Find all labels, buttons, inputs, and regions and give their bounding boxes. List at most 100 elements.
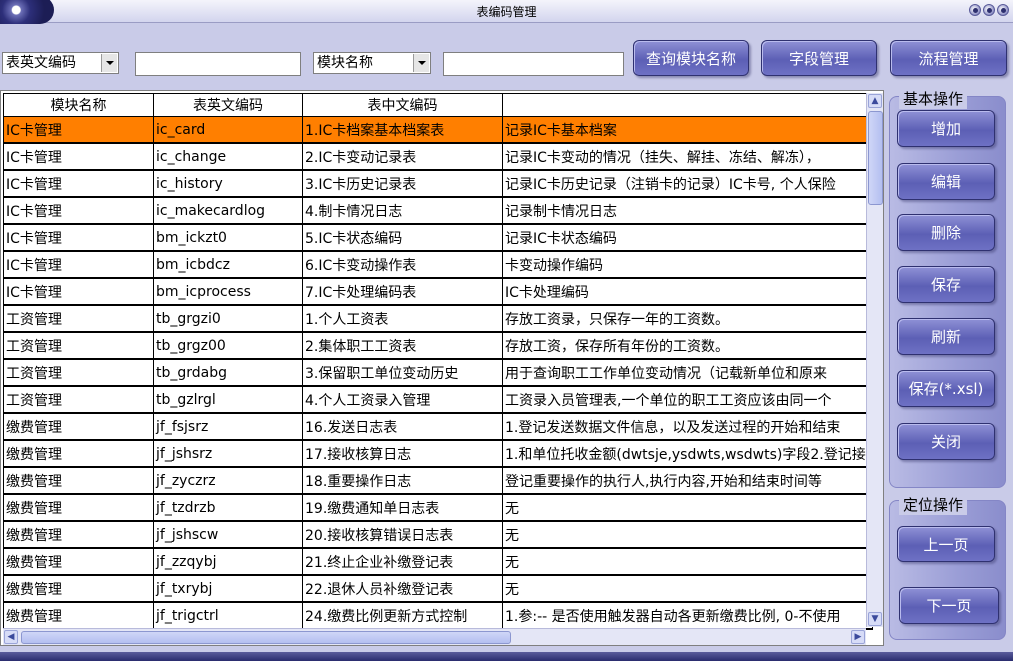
cell-description[interactable]: 1.和单位托收金额(dwtsje,ysdwts,wsdwts)字段2.登记接 <box>502 439 873 468</box>
save-button[interactable]: 保存 <box>897 266 995 303</box>
table-row[interactable]: IC卡管理 bm_icprocess 7.IC卡处理编码表 IC卡处理编码 <box>3 277 873 306</box>
cell-description[interactable]: 存放工资，保存所有年份的工资数。 <box>502 331 873 360</box>
add-button[interactable]: 增加 <box>897 110 995 147</box>
table-row[interactable]: 缴费管理 jf_txrybj 22.退休人员补缴登记表无 <box>3 574 873 603</box>
table-row[interactable]: 缴费管理 jf_fsjsrz 16.发送日志表 1.登记发送数据文件信息，以及发送过程… <box>3 412 873 441</box>
cell-en-code[interactable]: jf_fsjsrz <box>153 412 303 441</box>
cell-module[interactable]: IC卡管理 <box>3 223 154 252</box>
flow-manage-button[interactable]: 流程管理 <box>890 40 1007 76</box>
table-row[interactable]: IC卡管理 ic_history 3.IC卡历史记录表 记录IC卡历史记录（注销卡的记… <box>3 169 873 198</box>
cell-en-code[interactable]: ic_change <box>153 142 303 171</box>
table-row[interactable]: 缴费管理 jf_trigctrl 24.缴费比例更新方式控制 1.参:-- 是否使用触… <box>3 601 873 630</box>
table-row[interactable]: IC卡管理 ic_card 1.IC卡档案基本档案表 记录IC卡基本档案 <box>3 116 873 144</box>
chevron-down-icon[interactable] <box>413 54 429 72</box>
prev-page-button[interactable]: 上一页 <box>897 526 995 562</box>
cell-module[interactable]: 缴费管理 <box>3 547 154 576</box>
cell-cn-code[interactable]: 22.退休人员补缴登记表 <box>302 574 503 603</box>
cell-en-code[interactable]: jf_jshscw <box>153 520 303 549</box>
cell-module[interactable]: 工资管理 <box>3 304 154 333</box>
query-module-button[interactable]: 查询模块名称 <box>633 40 749 76</box>
cell-description[interactable]: 记录IC卡历史记录（注销卡的记录）IC卡号, 个人保险 <box>502 169 873 198</box>
cell-description[interactable]: IC卡处理编码 <box>502 277 873 306</box>
close-window-icon[interactable] <box>997 4 1009 16</box>
column-header-en-code[interactable]: 表英文编码 <box>153 93 303 117</box>
cell-en-code[interactable]: tb_grgzi0 <box>153 304 303 333</box>
cell-en-code[interactable]: jf_zyczrz <box>153 466 303 495</box>
cell-module[interactable]: 工资管理 <box>3 385 154 414</box>
cell-cn-code[interactable]: 4.个人工资录入管理 <box>302 385 503 414</box>
cell-en-code[interactable]: bm_ickzt0 <box>153 223 303 252</box>
cell-cn-code[interactable]: 2.IC卡变动记录表 <box>302 142 503 171</box>
next-page-button[interactable]: 下一页 <box>899 587 999 624</box>
cell-module[interactable]: IC卡管理 <box>3 196 154 225</box>
cell-en-code[interactable]: ic_history <box>153 169 303 198</box>
cell-cn-code[interactable]: 17.接收核算日志 <box>302 439 503 468</box>
cell-cn-code[interactable]: 16.发送日志表 <box>302 412 503 441</box>
cell-description[interactable]: 1.参:-- 是否使用触发器自动各更新缴费比例, 0-不使用 <box>502 601 873 630</box>
cell-en-code[interactable]: bm_icprocess <box>153 277 303 306</box>
table-row[interactable]: 缴费管理 jf_tzdrzb 19.缴费通知单日志表无 <box>3 493 873 522</box>
cell-description[interactable]: 工资录入员管理表,一个单位的职工工资应该由同一个 <box>502 385 873 414</box>
column-header-description[interactable] <box>502 93 873 117</box>
table-row[interactable]: 工资管理 tb_grgz00 2.集体职工工资表 存放工资，保存所有年份的工资数。 <box>3 331 873 360</box>
delete-button[interactable]: 删除 <box>897 214 995 251</box>
table-row[interactable]: 缴费管理 jf_jshsrz 17.接收核算日志 1.和单位托收金额(dwtsje,y… <box>3 439 873 468</box>
cell-module[interactable]: IC卡管理 <box>3 277 154 306</box>
cell-module[interactable]: IC卡管理 <box>3 169 154 198</box>
cell-cn-code[interactable]: 21.终止企业补缴登记表 <box>302 547 503 576</box>
table-row[interactable]: 工资管理 tb_grdabg 3.保留职工单位变动历史 用于查询职工工作单位变动情况（… <box>3 358 873 387</box>
chevron-down-icon[interactable] <box>101 54 117 72</box>
cell-cn-code[interactable]: 4.制卡情况日志 <box>302 196 503 225</box>
cell-description[interactable]: 记录IC卡变动的情况（挂失、解挂、冻结、解冻）， <box>502 142 873 171</box>
cell-cn-code[interactable]: 7.IC卡处理编码表 <box>302 277 503 306</box>
table-row[interactable]: 缴费管理 jf_zzqybj 21.终止企业补缴登记表无 <box>3 547 873 576</box>
scroll-left-icon[interactable]: ◀ <box>4 630 18 644</box>
cell-en-code[interactable]: jf_zzqybj <box>153 547 303 576</box>
save-xsl-button[interactable]: 保存(*.xsl) <box>897 370 995 407</box>
horizontal-scroll-thumb[interactable] <box>21 631 511 644</box>
cell-en-code[interactable]: jf_trigctrl <box>153 601 303 630</box>
cell-module[interactable]: 缴费管理 <box>3 439 154 468</box>
cell-cn-code[interactable]: 3.保留职工单位变动历史 <box>302 358 503 387</box>
module-search-input[interactable] <box>443 52 624 76</box>
vertical-scroll-thumb[interactable] <box>868 111 883 205</box>
table-row[interactable]: IC卡管理 ic_change 2.IC卡变动记录表 记录IC卡变动的情况（挂失、解挂… <box>3 142 873 171</box>
scroll-right-icon[interactable]: ▶ <box>851 630 865 644</box>
cell-en-code[interactable]: tb_gzlrgl <box>153 385 303 414</box>
cell-en-code[interactable]: jf_jshsrz <box>153 439 303 468</box>
column-header-module[interactable]: 模块名称 <box>3 93 154 117</box>
cell-module[interactable]: IC卡管理 <box>3 250 154 279</box>
cell-en-code[interactable]: jf_tzdrzb <box>153 493 303 522</box>
cell-module[interactable]: 缴费管理 <box>3 574 154 603</box>
cell-module[interactable]: 缴费管理 <box>3 493 154 522</box>
table-row[interactable]: 缴费管理 jf_zyczrz 18.重要操作日志 登记重要操作的执行人,执行内容,开始… <box>3 466 873 495</box>
close-button[interactable]: 关闭 <box>897 423 995 460</box>
field-manage-button[interactable]: 字段管理 <box>761 40 877 76</box>
cell-description[interactable]: 1.登记发送数据文件信息，以及发送过程的开始和结束 <box>502 412 873 441</box>
cell-description[interactable]: 卡变动操作编码 <box>502 250 873 279</box>
module-select[interactable]: 模块名称 <box>313 52 431 74</box>
cell-cn-code[interactable]: 19.缴费通知单日志表 <box>302 493 503 522</box>
cell-module[interactable]: 缴费管理 <box>3 520 154 549</box>
horizontal-scrollbar[interactable]: ◀ ▶ <box>3 628 866 645</box>
cell-description[interactable]: 记录IC卡基本档案 <box>502 116 873 144</box>
cell-en-code[interactable]: ic_card <box>153 116 303 144</box>
refresh-button[interactable]: 刷新 <box>897 318 995 355</box>
maximize-icon[interactable] <box>983 4 995 16</box>
table-row[interactable]: IC卡管理 ic_makecardlog 4.制卡情况日志 记录制卡情况日志 <box>3 196 873 225</box>
cell-cn-code[interactable]: 3.IC卡历史记录表 <box>302 169 503 198</box>
field-search-input[interactable] <box>135 52 301 76</box>
table-row[interactable]: 工资管理 tb_grgzi0 1.个人工资表 存放工资录，只保存一年的工资数。 <box>3 304 873 333</box>
cell-cn-code[interactable]: 20.接收核算错误日志表 <box>302 520 503 549</box>
cell-module[interactable]: 缴费管理 <box>3 466 154 495</box>
table-row[interactable]: 工资管理 tb_gzlrgl 4.个人工资录入管理 工资录入员管理表,一个单位的职工工… <box>3 385 873 414</box>
cell-en-code[interactable]: tb_grdabg <box>153 358 303 387</box>
cell-description[interactable]: 无 <box>502 493 873 522</box>
cell-cn-code[interactable]: 6.IC卡变动操作表 <box>302 250 503 279</box>
cell-module[interactable]: 工资管理 <box>3 358 154 387</box>
table-row[interactable]: IC卡管理 bm_ickzt0 5.IC卡状态编码 记录IC卡状态编码 <box>3 223 873 252</box>
cell-description[interactable]: 用于查询职工工作单位变动情况（记载新单位和原来 <box>502 358 873 387</box>
cell-cn-code[interactable]: 5.IC卡状态编码 <box>302 223 503 252</box>
cell-en-code[interactable]: bm_icbdcz <box>153 250 303 279</box>
cell-description[interactable]: 记录IC卡状态编码 <box>502 223 873 252</box>
